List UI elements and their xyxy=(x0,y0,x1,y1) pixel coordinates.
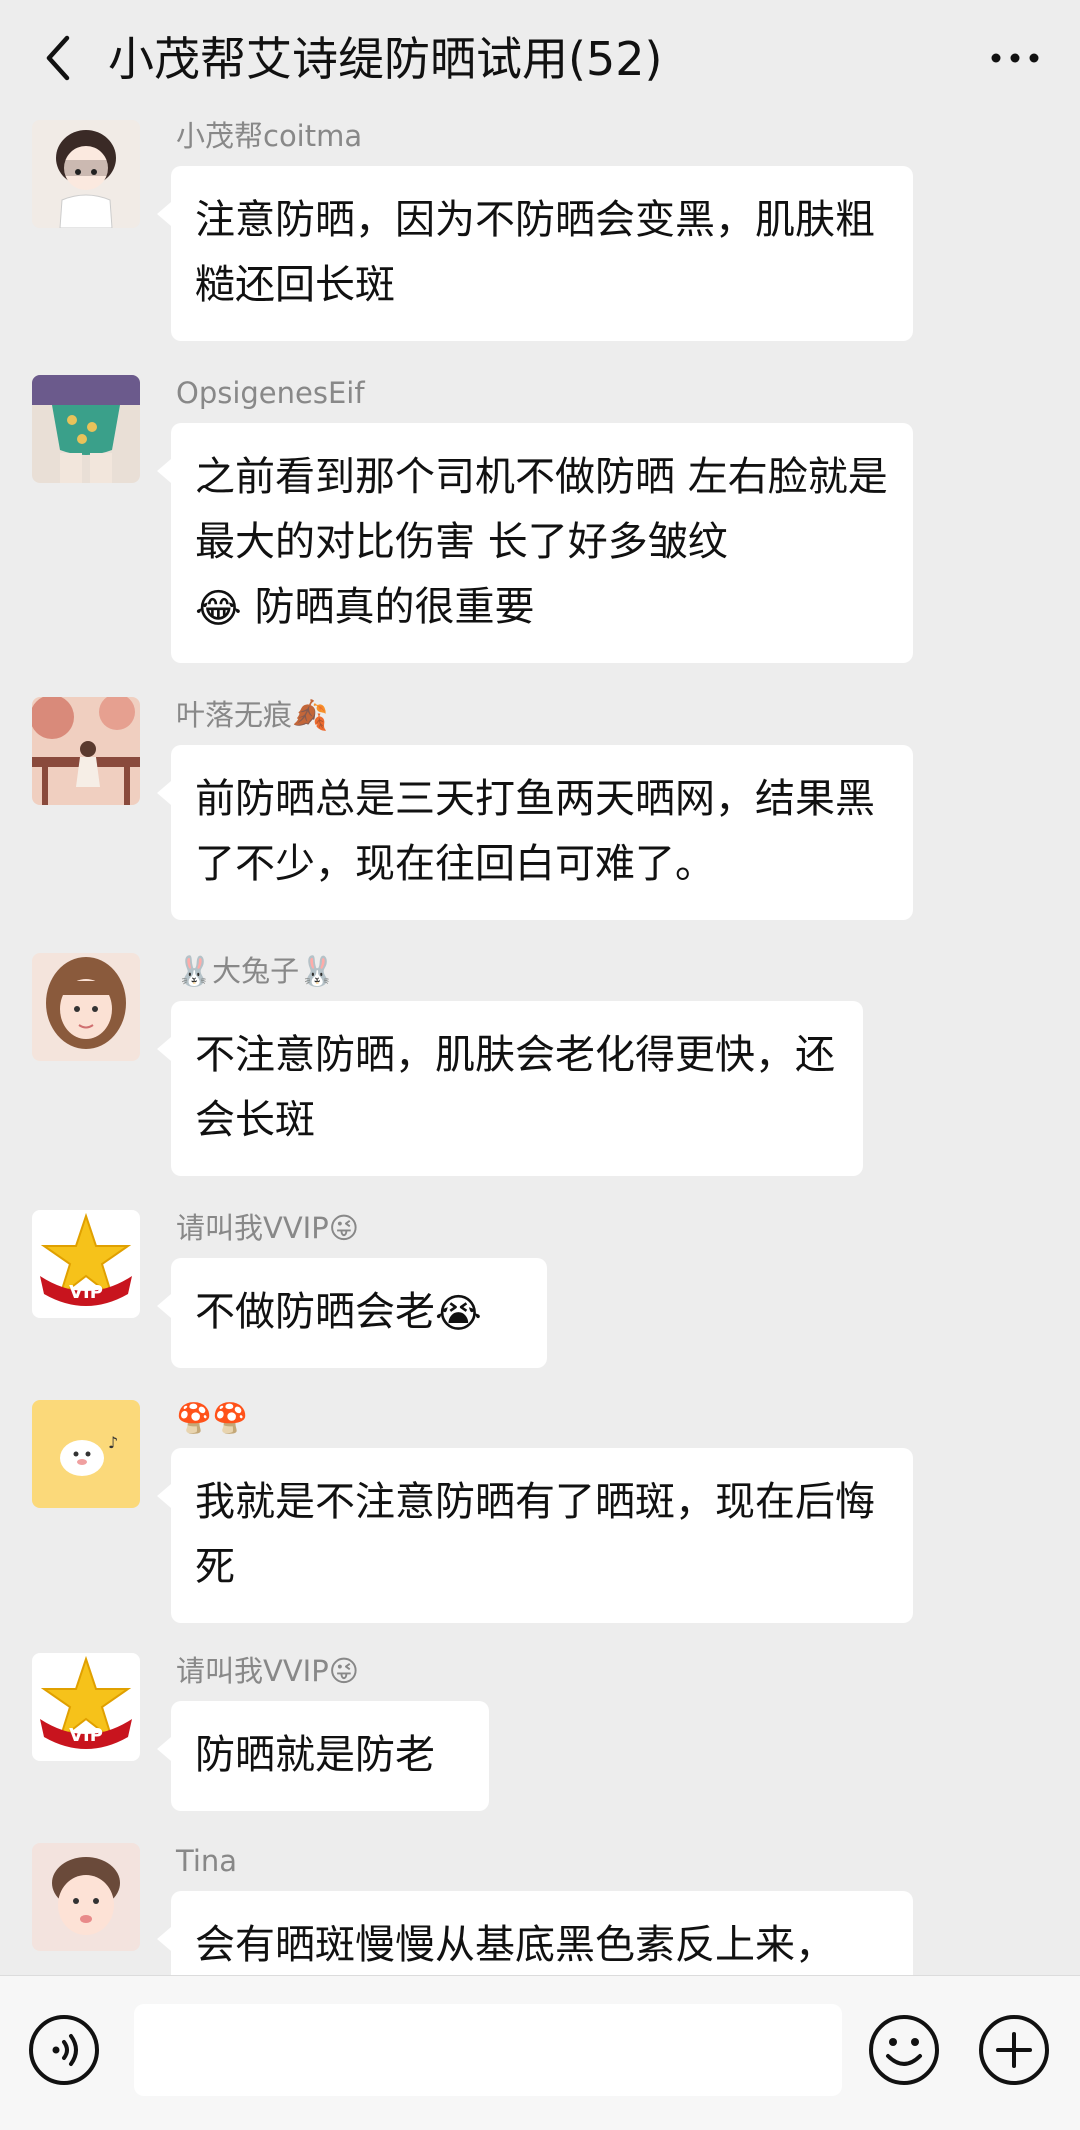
sender-name: 请叫我VVIP😜 xyxy=(176,1211,359,1245)
avatar[interactable]: VIP xyxy=(32,1653,140,1761)
crying-emoji-icon: 😭 xyxy=(435,1290,482,1337)
back-button[interactable] xyxy=(30,30,86,86)
message-text: 不做防晒会老 xyxy=(195,1289,435,1335)
more-functions-button[interactable] xyxy=(976,2012,1052,2088)
message-text: 之前看到那个司机不做防晒 左右脸就是最大的对比伤害 长了好多皱纹 xyxy=(195,454,888,565)
rabbit-icon: 🐰 xyxy=(299,954,336,988)
message-text: 防晒就是防老 xyxy=(195,1732,435,1778)
avatar[interactable]: VIP xyxy=(32,1210,140,1318)
rabbit-icon: 🐰 xyxy=(176,954,213,988)
message-bubble[interactable]: 不注意防晒，肌肤会老化得更快，还会长斑 xyxy=(157,1001,863,1176)
laughing-tears-emoji-icon: 😂 xyxy=(195,585,242,632)
avatar[interactable] xyxy=(32,953,140,1061)
chevron-left-icon xyxy=(46,35,70,81)
sender-name: 请叫我VVIP😜 xyxy=(176,1654,359,1688)
message-bubble[interactable]: 之前看到那个司机不做防晒 左右脸就是最大的对比伤害 长了好多皱纹 😂 防晒真的很… xyxy=(157,423,913,663)
avatar[interactable] xyxy=(32,1843,140,1951)
emoji-button[interactable] xyxy=(866,2012,942,2088)
input-bar xyxy=(0,1975,1080,2130)
sender-name: 🍄🍄 xyxy=(176,1400,248,1436)
message-bubble[interactable]: 我就是不注意防晒有了晒斑，现在后悔死 xyxy=(157,1448,913,1623)
message-bubble[interactable]: 防晒就是防老 xyxy=(157,1701,489,1811)
sender-name: OpsigenesEif xyxy=(176,376,365,410)
message-text: 前防晒总是三天打鱼两天晒网，结果黑了不少，现在往回白可难了。 xyxy=(195,776,875,887)
avatar[interactable] xyxy=(32,697,140,805)
plus-icon xyxy=(979,2015,1049,2085)
sender-name: Tina xyxy=(176,1844,238,1878)
message-text: 不注意防晒，肌肤会老化得更快，还会长斑 xyxy=(195,1032,835,1143)
sender-name: 叶落无痕🍂 xyxy=(176,698,329,732)
avatar[interactable] xyxy=(32,120,140,228)
more-icon xyxy=(991,53,1039,63)
chat-title: 小茂帮艾诗缇防晒试用(52) xyxy=(108,32,663,86)
chat-header: 小茂帮艾诗缇防晒试用(52) xyxy=(0,0,1080,118)
message-text: 我就是不注意防晒有了晒斑，现在后悔死 xyxy=(195,1479,875,1590)
voice-button[interactable] xyxy=(26,2012,102,2088)
avatar[interactable]: ♪ xyxy=(32,1400,140,1508)
vip-badge: VIP xyxy=(69,1282,103,1303)
sender-name: 小茂帮coitma xyxy=(176,119,363,153)
smiley-icon xyxy=(869,2015,939,2085)
message-bubble[interactable]: 注意防晒，因为不防晒会变黑，肌肤粗糙还回长斑 xyxy=(157,166,913,341)
leaf-icon: 🍂 xyxy=(292,698,329,732)
more-options-button[interactable] xyxy=(980,30,1050,86)
message-input[interactable] xyxy=(134,2004,842,2096)
message-text: 会有晒斑慢慢从基底黑色素反上来， xyxy=(195,1922,835,1968)
mushroom-icon: 🍄🍄 xyxy=(176,1401,249,1435)
voice-icon xyxy=(29,2015,99,2085)
message-bubble[interactable]: 前防晒总是三天打鱼两天晒网，结果黑了不少，现在往回白可难了。 xyxy=(157,745,913,920)
avatar[interactable] xyxy=(32,375,140,483)
winking-tongue-emoji-icon: 😜 xyxy=(328,1211,359,1245)
vip-badge: VIP xyxy=(69,1725,103,1746)
message-bubble[interactable]: 不做防晒会老😭 xyxy=(157,1258,547,1368)
winking-tongue-emoji-icon: 😜 xyxy=(328,1654,359,1688)
sender-name: 🐰大兔子🐰 xyxy=(176,954,336,988)
message-text: 防晒真的很重要 xyxy=(254,584,535,630)
svg-text:♪: ♪ xyxy=(108,1433,118,1452)
message-text: 注意防晒，因为不防晒会变黑，肌肤粗糙还回长斑 xyxy=(195,197,875,308)
